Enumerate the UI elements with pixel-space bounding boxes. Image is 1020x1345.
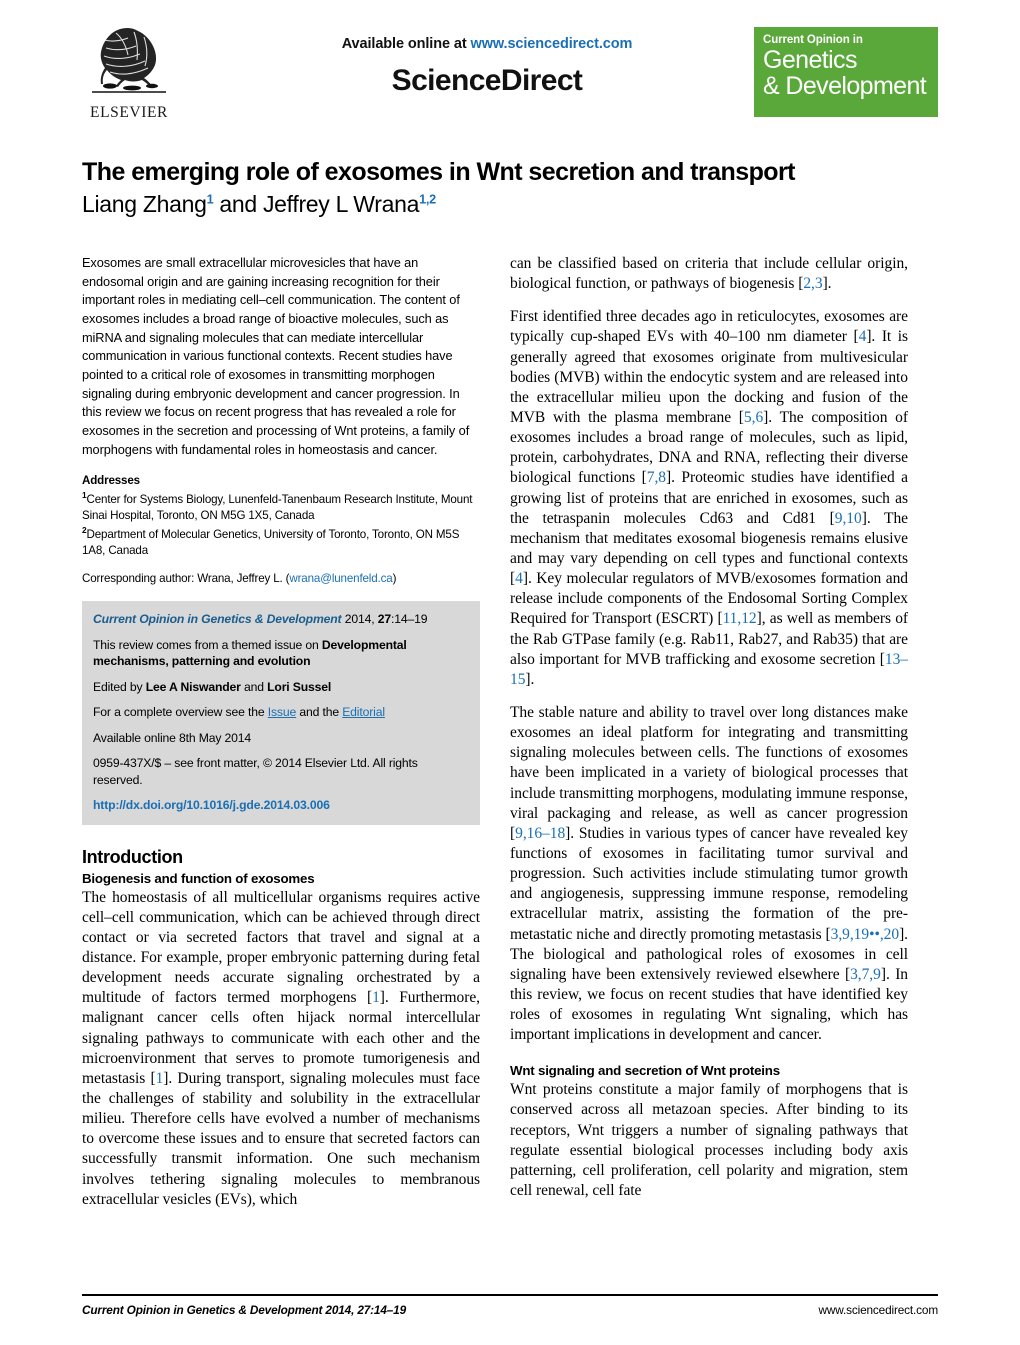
citation-ref-3-9-19-20[interactable]: 3,9,19••,20 (831, 926, 899, 943)
editor-conjunction: and (240, 679, 268, 694)
abstract-text: Exosomes are small extracellular microve… (82, 255, 470, 457)
citation-ref-7-8[interactable]: 7,8 (647, 469, 666, 486)
paragraph-r3: The stable nature and ability to travel … (510, 703, 908, 1045)
author-name-2: Jeffrey L Wrana (262, 191, 420, 217)
citation-ref-5-6[interactable]: 5,6 (744, 409, 763, 426)
page-footer: Current Opinion in Genetics & Developmen… (82, 1294, 938, 1317)
citation-journal-name: Current Opinion in Genetics & Developmen… (93, 612, 342, 627)
paragraph-r1-part-a: can be classified based on criteria that… (510, 255, 908, 293)
elsevier-logo: ELSEVIER (82, 22, 176, 122)
overview-conjunction: and the (296, 705, 343, 720)
paragraph-r3-part-a: The stable nature and ability to travel … (510, 703, 908, 842)
citation-ref-11-12[interactable]: 11,12 (723, 610, 757, 627)
journal-logo: Current Opinion in Genetics & Developmen… (754, 27, 938, 117)
affiliation-2: 2Department of Molecular Genetics, Unive… (82, 525, 480, 560)
elsevier-tree-icon (90, 22, 168, 102)
editorial-link[interactable]: Editorial (342, 705, 385, 719)
affiliation-2-text: Department of Molecular Genetics, Univer… (82, 527, 460, 557)
affiliation-1: 1Center for Systems Biology, Lunenfeld-T… (82, 490, 480, 525)
paragraph-r1: can be classified based on criteria that… (510, 254, 908, 294)
citation-ref-9-16-18[interactable]: 9,16–18 (515, 825, 565, 842)
sciencedirect-wordmark: ScienceDirect (391, 64, 583, 97)
corresponding-author-email[interactable]: wrana@lunenfeld.ca (289, 572, 392, 585)
addresses-heading: Addresses (82, 474, 140, 488)
editor-1: Lee A Niswander (145, 679, 241, 694)
subsection-heading-wnt-signaling: Wnt signaling and secretion of Wnt prote… (510, 1063, 780, 1079)
paragraph-intro: The homeostasis of all multicellular org… (82, 888, 480, 1210)
journal-logo-title-line2: & Development (763, 72, 927, 101)
sciencedirect-block: Available online at www.sciencedirect.co… (262, 36, 712, 98)
overview-line: For a complete overview see the Issue an… (93, 704, 469, 720)
footer-sciencedirect-url[interactable]: www.sciencedirect.com (819, 1303, 939, 1317)
available-online-line: Available online at www.sciencedirect.co… (262, 36, 712, 52)
themed-issue-prefix: This review comes from a themed issue on (93, 637, 322, 652)
editor-2: Lori Sussel (267, 679, 332, 694)
subsection-heading-biogenesis: Biogenesis and function of exosomes (82, 870, 315, 886)
corresponding-author-label: Corresponding author: Wrana, Jeffrey L. … (82, 572, 290, 586)
citation-ref-2-3[interactable]: 2,3 (803, 275, 822, 292)
paragraph-r4: Wnt proteins constitute a major family o… (510, 1081, 908, 1200)
paragraph-intro-part-c: ]. During transport, signaling molecules… (82, 1069, 480, 1208)
citation-year: 2014, (341, 612, 378, 627)
citation-ref-1[interactable]: 1 (372, 989, 380, 1006)
citation-pages: :14–19 (390, 612, 428, 627)
citation-ref-3-7-9[interactable]: 3,7,9 (850, 966, 881, 983)
left-column: Exosomes are small extracellular microve… (82, 254, 480, 1264)
journal-logo-title-line1: Genetics (763, 45, 857, 74)
edited-by-line: Edited by Lee A Niswander and Lori Susse… (93, 679, 469, 695)
doi-link[interactable]: http://dx.doi.org/10.1016/j.gde.2014.03.… (93, 797, 469, 813)
issue-link[interactable]: Issue (268, 705, 297, 719)
author-affiliation-marker-2: 1,2 (419, 192, 436, 207)
masthead: ELSEVIER Available online at www.science… (82, 22, 938, 140)
corresponding-author-suffix: ) (392, 572, 397, 586)
right-column: can be classified based on criteria that… (510, 254, 908, 1264)
section-heading-introduction: Introduction (82, 846, 183, 867)
author-name-1: Liang Zhang (82, 191, 207, 217)
journal-logo-eyebrow: Current Opinion in (763, 34, 863, 46)
article-page: ELSEVIER Available online at www.science… (0, 22, 1020, 1345)
footer-divider (82, 1294, 938, 1296)
copyright-line: 0959-437X/$ – see front matter, © 2014 E… (93, 756, 418, 787)
corresponding-author: Corresponding author: Wrana, Jeffrey L. … (82, 572, 480, 585)
edited-by-label: Edited by (93, 679, 146, 694)
themed-issue-line: This review comes from a themed issue on… (93, 637, 469, 670)
paragraph-r2-part-a: First identified three decades ago in re… (510, 308, 908, 346)
journal-info-box: Current Opinion in Genetics & Developmen… (82, 601, 480, 825)
page-title: The emerging role of exosomes in Wnt sec… (82, 158, 796, 186)
available-online-date: Available online 8th May 2014 (93, 730, 252, 745)
citation-ref-4b[interactable]: 4 (515, 570, 523, 587)
author-list: Liang Zhang1 and Jeffrey L Wrana1,2 (82, 191, 938, 218)
paragraph-r2: First identified three decades ago in re… (510, 307, 908, 690)
affiliation-1-text: Center for Systems Biology, Lunenfeld-Ta… (82, 492, 473, 523)
overview-prefix: For a complete overview see the (93, 705, 268, 720)
elsevier-wordmark: ELSEVIER (90, 104, 168, 121)
sciencedirect-url[interactable]: www.sciencedirect.com (471, 36, 633, 52)
body-columns: Exosomes are small extracellular microve… (82, 254, 938, 1264)
available-online-text: Available online at (341, 36, 471, 52)
footer-row: Current Opinion in Genetics & Developmen… (82, 1303, 938, 1317)
title-block: The emerging role of exosomes in Wnt sec… (82, 158, 938, 218)
paragraph-r2-part-h: ]. (525, 670, 535, 688)
citation-volume: 27 (377, 612, 391, 627)
footer-citation: Current Opinion in Genetics & Developmen… (82, 1303, 406, 1317)
author-conjunction: and (213, 191, 263, 217)
addresses-block: Addresses 1Center for Systems Biology, L… (82, 473, 480, 559)
citation-line: Current Opinion in Genetics & Developmen… (93, 611, 469, 627)
paragraph-r1-part-b: ]. (822, 275, 832, 293)
citation-ref-9-10[interactable]: 9,10 (835, 510, 862, 527)
